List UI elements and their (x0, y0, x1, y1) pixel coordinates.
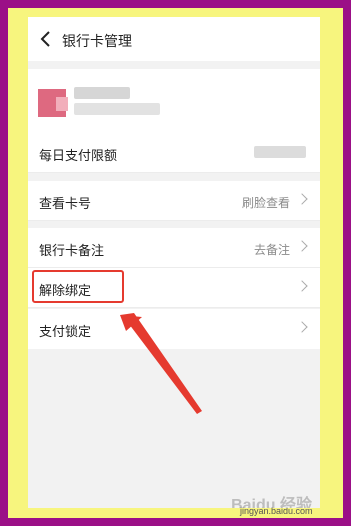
bank-logo (38, 89, 68, 117)
row-label: 支付锁定 (39, 324, 92, 339)
row-label: 每日支付限额 (39, 148, 118, 163)
row-view-card-number[interactable]: 查看卡号 刷脸查看 (28, 181, 320, 221)
row-label: 查看卡号 (39, 196, 92, 211)
watermark-url: jingyan.baidu.com (240, 506, 313, 516)
blurred-card-number (74, 103, 160, 115)
chevron-right-icon (296, 193, 308, 205)
highlight-box (32, 270, 124, 303)
row-value: 去备注 (253, 243, 290, 257)
chevron-right-icon (296, 240, 308, 252)
row-label: 银行卡备注 (39, 243, 105, 258)
row-payment-lock[interactable]: 支付锁定 (28, 309, 320, 349)
chevron-right-icon (296, 280, 308, 292)
bank-card-info (28, 69, 320, 141)
row-daily-limit[interactable]: 每日支付限额 (28, 133, 320, 173)
row-value: 刷脸查看 (241, 196, 290, 210)
app-screen: 银行卡管理 每日支付限额 查看卡号 刷脸查看 银行卡备注 去备注 解除绑定 支付… (28, 17, 320, 508)
page-title: 银行卡管理 (62, 33, 132, 49)
row-card-remark[interactable]: 银行卡备注 去备注 (28, 228, 320, 268)
header-bar: 银行卡管理 (28, 17, 320, 61)
chevron-left-icon[interactable] (36, 26, 56, 52)
chevron-right-icon (296, 321, 308, 333)
blurred-limit-value (254, 146, 306, 158)
blurred-card-name (74, 87, 130, 99)
